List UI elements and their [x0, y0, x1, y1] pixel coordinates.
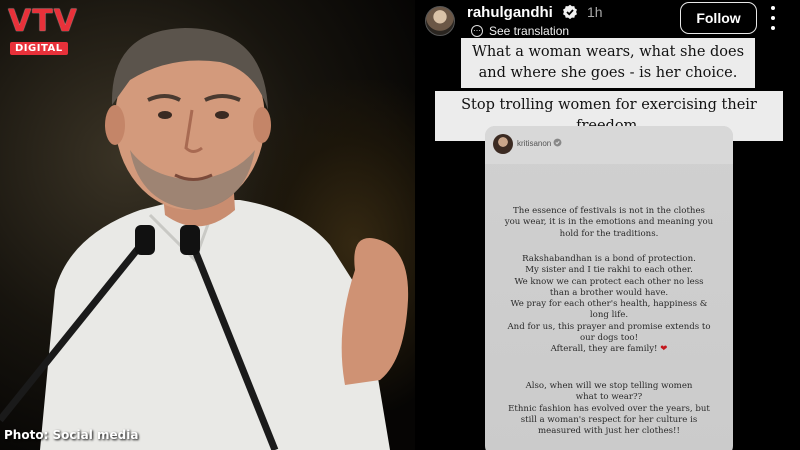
logo-sub-text: DIGITAL	[10, 42, 68, 55]
speaker-photo: VTV DIGITAL Photo: Social media	[0, 0, 415, 450]
heart-icon: ❤	[660, 344, 668, 355]
story-screenshot: kritisanon The essence of festivals is n…	[485, 126, 733, 450]
story-avatar	[493, 134, 513, 154]
see-translation-link[interactable]: See translation	[489, 24, 569, 38]
story-header: kritisanon	[485, 126, 733, 164]
logo-main-text: VTV	[8, 4, 78, 39]
post-time: 1h	[587, 4, 603, 20]
story-verified-icon	[553, 138, 562, 147]
photo-credit: Photo: Social media	[4, 428, 139, 442]
quote-text-1: What a woman wears, what she does and wh…	[461, 38, 755, 88]
username[interactable]: rahulgandhi	[467, 4, 553, 21]
story-paragraph-2-text: Rakshabandhan is a bond of protection. M…	[507, 254, 711, 355]
follow-button[interactable]: Follow	[680, 2, 757, 34]
more-options-icon[interactable]	[767, 6, 779, 30]
story-paragraph-1: The essence of festivals is not in the c…	[504, 206, 714, 239]
story-paragraph-2: Rakshabandhan is a bond of protection. M…	[495, 254, 723, 356]
vtv-logo: VTV DIGITAL	[8, 6, 88, 56]
avatar[interactable]	[425, 6, 455, 36]
instagram-post: rahulgandhi 1h ⋯ See translation Follow …	[415, 0, 800, 450]
speaker-illustration	[0, 28, 409, 450]
verified-badge-icon	[563, 4, 577, 20]
story-username: kritisanon	[517, 139, 552, 148]
story-paragraph-3: Also, when will we stop telling women wh…	[508, 381, 710, 437]
translate-icon[interactable]: ⋯	[471, 25, 483, 37]
